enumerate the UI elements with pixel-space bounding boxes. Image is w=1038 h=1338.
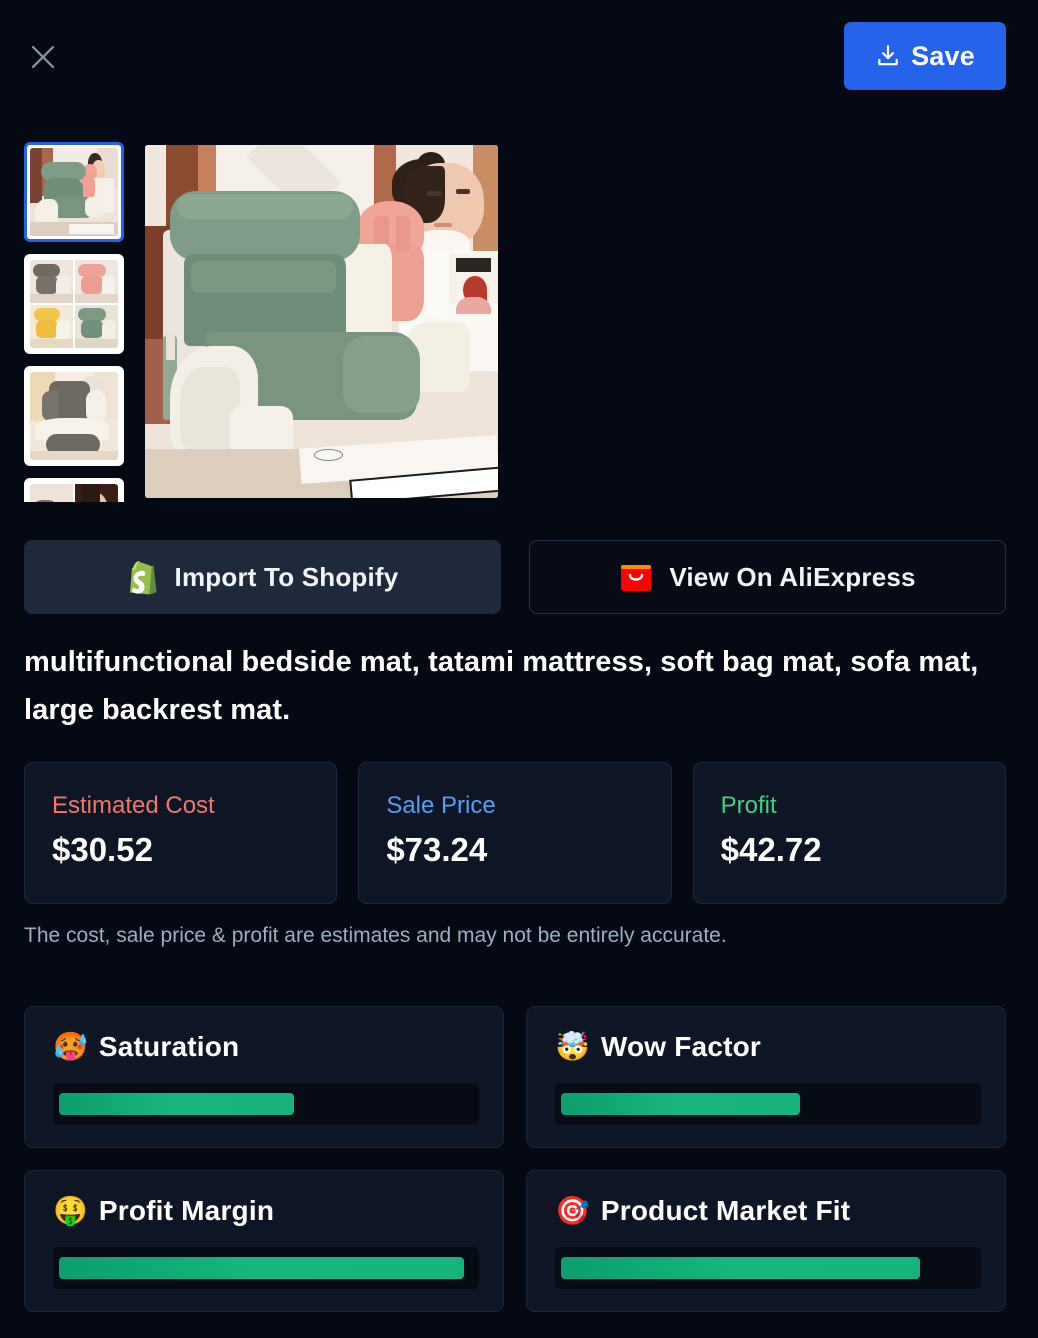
profit-label: Profit xyxy=(720,792,777,819)
metric-card-profit-margin: 🤑 Profit Margin xyxy=(24,1170,504,1312)
profit-value: $42.72 xyxy=(720,831,822,869)
metric-card-wow-factor: 🤯 Wow Factor xyxy=(526,1006,1006,1148)
estimated-cost-label: Estimated Cost xyxy=(52,792,215,819)
sale-price-value: $73.24 xyxy=(386,831,488,869)
image-gallery xyxy=(0,142,1038,504)
saturation-progress-fill xyxy=(59,1093,295,1115)
metric-card-saturation: 🥵 Saturation xyxy=(24,1006,504,1148)
sale-price-label: Sale Price xyxy=(386,792,496,819)
wow-factor-progress-track xyxy=(555,1083,981,1125)
import-to-shopify-label: Import To Shopify xyxy=(174,561,399,592)
save-button[interactable]: Save xyxy=(844,22,1006,90)
save-button-label: Save xyxy=(911,40,975,71)
product-market-fit-label: Product Market Fit xyxy=(600,1195,851,1226)
saturation-label: Saturation xyxy=(98,1031,240,1062)
product-market-fit-progress-track xyxy=(555,1247,981,1289)
hot-face-emoji: 🥵 xyxy=(53,1031,88,1062)
profit-margin-progress-fill xyxy=(59,1257,465,1279)
profit-margin-label: Profit Margin xyxy=(98,1195,275,1226)
thumbnail-3[interactable] xyxy=(24,366,124,466)
shopify-bag-icon xyxy=(129,561,157,595)
direct-hit-emoji: 🎯 xyxy=(555,1195,590,1226)
metric-cards: 🥵 Saturation 🤯 Wow Factor 🤑 Profit Margi… xyxy=(24,1006,1006,1312)
download-icon xyxy=(878,45,898,66)
product-market-fit-progress-fill xyxy=(561,1257,920,1279)
pricing-cards: Estimated Cost $30.52 Sale Price $73.24 … xyxy=(24,762,1006,904)
action-buttons: Import To Shopify View On AliExpress xyxy=(24,540,1006,614)
view-on-aliexpress-button[interactable]: View On AliExpress xyxy=(529,540,1006,614)
exploding-head-emoji: 🤯 xyxy=(555,1031,590,1062)
price-card-profit: Profit $42.72 xyxy=(692,762,1006,904)
main-product-image[interactable] xyxy=(145,145,498,498)
wow-factor-label: Wow Factor xyxy=(600,1031,762,1062)
thumbnail-4[interactable] xyxy=(24,478,124,502)
thumbnail-1[interactable] xyxy=(24,142,124,242)
thumbnail-2[interactable] xyxy=(24,254,124,354)
product-detail-panel: Save Import To Shopify View On AliExpres… xyxy=(0,0,1038,1338)
import-to-shopify-button[interactable]: Import To Shopify xyxy=(24,540,501,614)
top-bar: Save xyxy=(0,0,1038,112)
metric-header: 🥵 Saturation xyxy=(53,1033,475,1061)
metric-header: 🤯 Wow Factor xyxy=(555,1033,977,1061)
metric-header: 🤑 Profit Margin xyxy=(53,1197,475,1225)
saturation-progress-track xyxy=(53,1083,479,1125)
money-mouth-face-emoji: 🤑 xyxy=(53,1195,88,1226)
pricing-disclaimer: The cost, sale price & profit are estima… xyxy=(24,924,727,947)
price-card-estimated-cost: Estimated Cost $30.52 xyxy=(24,762,338,904)
thumbnail-strip[interactable] xyxy=(24,142,128,502)
estimated-cost-value: $30.52 xyxy=(52,831,153,869)
metric-header: 🎯 Product Market Fit xyxy=(555,1197,977,1225)
product-title: multifunctional bedside mat, tatami matt… xyxy=(24,646,979,726)
wow-factor-progress-fill xyxy=(561,1093,801,1115)
close-icon xyxy=(31,45,55,69)
price-card-sale-price: Sale Price $73.24 xyxy=(358,762,672,904)
close-button[interactable] xyxy=(22,36,64,78)
view-on-aliexpress-label: View On AliExpress xyxy=(669,561,916,592)
aliexpress-bag-icon xyxy=(621,565,652,591)
profit-margin-progress-track xyxy=(53,1247,479,1289)
metric-card-product-market-fit: 🎯 Product Market Fit xyxy=(526,1170,1006,1312)
